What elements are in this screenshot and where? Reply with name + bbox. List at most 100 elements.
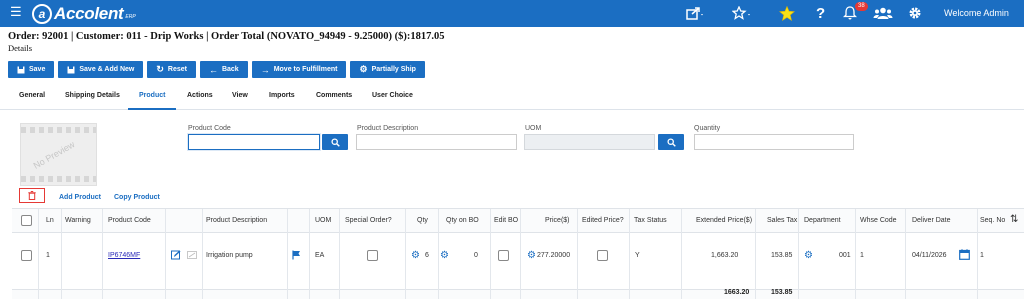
col-header-warning[interactable]: Warning (65, 217, 91, 224)
reset-icon: ↻ (156, 64, 164, 74)
add-product-link[interactable]: Add Product (59, 194, 101, 201)
table-row[interactable] (12, 233, 1024, 290)
col-header-edited-price[interactable]: Edited Price? (582, 217, 624, 224)
col-header-qty[interactable]: Qty (417, 217, 428, 224)
save-add-new-button[interactable]: Save & Add New (58, 61, 144, 78)
cell-price: 277.20000 (537, 252, 571, 259)
trash-icon (28, 191, 36, 200)
col-header-department[interactable]: Department (804, 217, 841, 224)
select-all-checkbox[interactable] (21, 215, 32, 226)
tab-product[interactable]: Product (139, 92, 165, 99)
product-description-input[interactable] (356, 134, 517, 150)
partially-ship-button[interactable]: ⚙ Partially Ship (350, 61, 425, 78)
back-label: Back (221, 66, 239, 73)
welcome-user[interactable]: Welcome Admin (944, 8, 1009, 18)
active-tab-indicator (128, 108, 176, 110)
special-order-checkbox[interactable] (367, 250, 378, 261)
product-code-search-button[interactable] (322, 134, 348, 150)
cell-seq-no: 1 (980, 252, 984, 259)
uom-search-button[interactable] (658, 134, 684, 150)
edit-bo-checkbox[interactable] (498, 250, 509, 261)
col-header-deliver-date[interactable]: Deliver Date (912, 217, 951, 224)
product-code-label: Product Code (188, 125, 231, 132)
gear-icon: ⚙ (359, 64, 368, 74)
app-logo[interactable]: a Accolent ERP (32, 3, 136, 24)
col-header-special-order[interactable]: Special Order? (345, 217, 392, 224)
col-header-extended-price[interactable]: Extended Price($) (696, 217, 752, 224)
note-icon[interactable] (187, 251, 197, 261)
tab-comments[interactable]: Comments (316, 92, 352, 99)
back-button[interactable]: ← Back (199, 61, 248, 78)
arrow-left-icon: ← (208, 64, 218, 75)
cell-ln: 1 (46, 252, 50, 259)
move-to-fulfillment-button[interactable]: → Move to Fulfillment (251, 61, 347, 78)
product-code-input[interactable] (188, 134, 320, 150)
tab-imports[interactable]: Imports (269, 92, 295, 99)
edited-price-checkbox[interactable] (597, 250, 608, 261)
col-header-tax-status[interactable]: Tax Status (634, 217, 667, 224)
tab-actions[interactable]: Actions (187, 92, 213, 99)
col-header-sales-tax[interactable]: Sales Tax (767, 217, 797, 224)
hamburger-icon[interactable]: ☰ (10, 5, 22, 19)
share-icon[interactable] (686, 5, 704, 21)
users-icon[interactable] (873, 5, 893, 21)
cell-sales-tax: 153.85 (771, 252, 793, 259)
qty-gear-icon[interactable]: ⚙ (411, 251, 420, 261)
settings-gear-icon[interactable] (908, 5, 922, 21)
logo-sub: ERP (125, 13, 136, 20)
row-select-checkbox[interactable] (21, 250, 32, 261)
quantity-label: Quantity (694, 125, 721, 132)
cell-extended-price: 1,663.20 (711, 252, 739, 259)
col-header-seq-no[interactable]: Seq. No (980, 217, 1005, 224)
col-header-edit-bo[interactable]: Edit BO (494, 217, 518, 224)
search-icon (666, 137, 676, 147)
reset-button[interactable]: ↻ Reset (147, 61, 196, 78)
col-header-product-code[interactable]: Product Code (108, 217, 151, 224)
col-header-uom[interactable]: UOM (315, 217, 331, 224)
col-header-whse-code[interactable]: Whse Code (860, 217, 897, 224)
page-title: Order: 92001 | Customer: 011 - Drip Work… (8, 31, 445, 42)
move-to-fulfillment-label: Move to Fulfillment (273, 66, 338, 73)
save-button[interactable]: Save (8, 61, 55, 78)
tab-shipping-details[interactable]: Shipping Details (65, 92, 120, 99)
col-header-qty-on-bo[interactable]: Qty on BO (446, 217, 479, 224)
no-preview-text: No Preview (31, 139, 77, 171)
price-gear-icon[interactable]: ⚙ (527, 251, 536, 261)
copy-product-link[interactable]: Copy Product (114, 194, 160, 201)
tab-user-choice[interactable]: User Choice (372, 92, 413, 99)
tab-general[interactable]: General (19, 92, 45, 99)
cell-qty: 6 (425, 252, 429, 259)
col-header-product-description[interactable]: Product Description (206, 217, 267, 224)
product-description-label: Product Description (357, 125, 419, 132)
col-header-price[interactable]: Price($) (545, 217, 570, 224)
department-gear-icon[interactable]: ⚙ (804, 251, 813, 261)
edit-icon[interactable] (171, 250, 181, 262)
favorite-star-icon[interactable] (779, 5, 795, 21)
product-grid: Ln Warning Product Code Product Descript… (12, 208, 1024, 299)
flag-icon[interactable] (292, 250, 301, 262)
tab-view[interactable]: View (232, 92, 248, 99)
save-icon (17, 66, 25, 73)
uom-label: UOM (525, 125, 542, 132)
calendar-icon[interactable] (959, 249, 970, 262)
logo-text: Accolent (54, 3, 124, 23)
save-icon (67, 66, 75, 73)
save-add-new-label: Save & Add New (79, 66, 135, 73)
help-icon[interactable]: ? (816, 5, 825, 22)
notification-badge: 38 (855, 2, 868, 11)
cell-product-code-link[interactable]: IP6746MF (108, 252, 140, 259)
partially-ship-label: Partially Ship (371, 66, 416, 73)
arrow-right-icon: → (260, 64, 270, 75)
star-outline-icon[interactable] (732, 5, 752, 21)
col-header-ln[interactable]: Ln (46, 217, 54, 224)
grid-totals-row (12, 290, 1024, 299)
reset-label: Reset (167, 66, 187, 73)
quantity-input[interactable] (694, 134, 854, 150)
total-extended-price: 1663.20 (724, 289, 750, 296)
delete-line-button[interactable] (19, 188, 45, 203)
sort-icon[interactable]: ⇅ (1010, 214, 1018, 225)
cell-whse-code: 1 (860, 252, 864, 259)
uom-input (524, 134, 655, 150)
cell-department: 001 (839, 252, 851, 259)
qty-on-bo-gear-icon[interactable]: ⚙ (440, 251, 449, 261)
